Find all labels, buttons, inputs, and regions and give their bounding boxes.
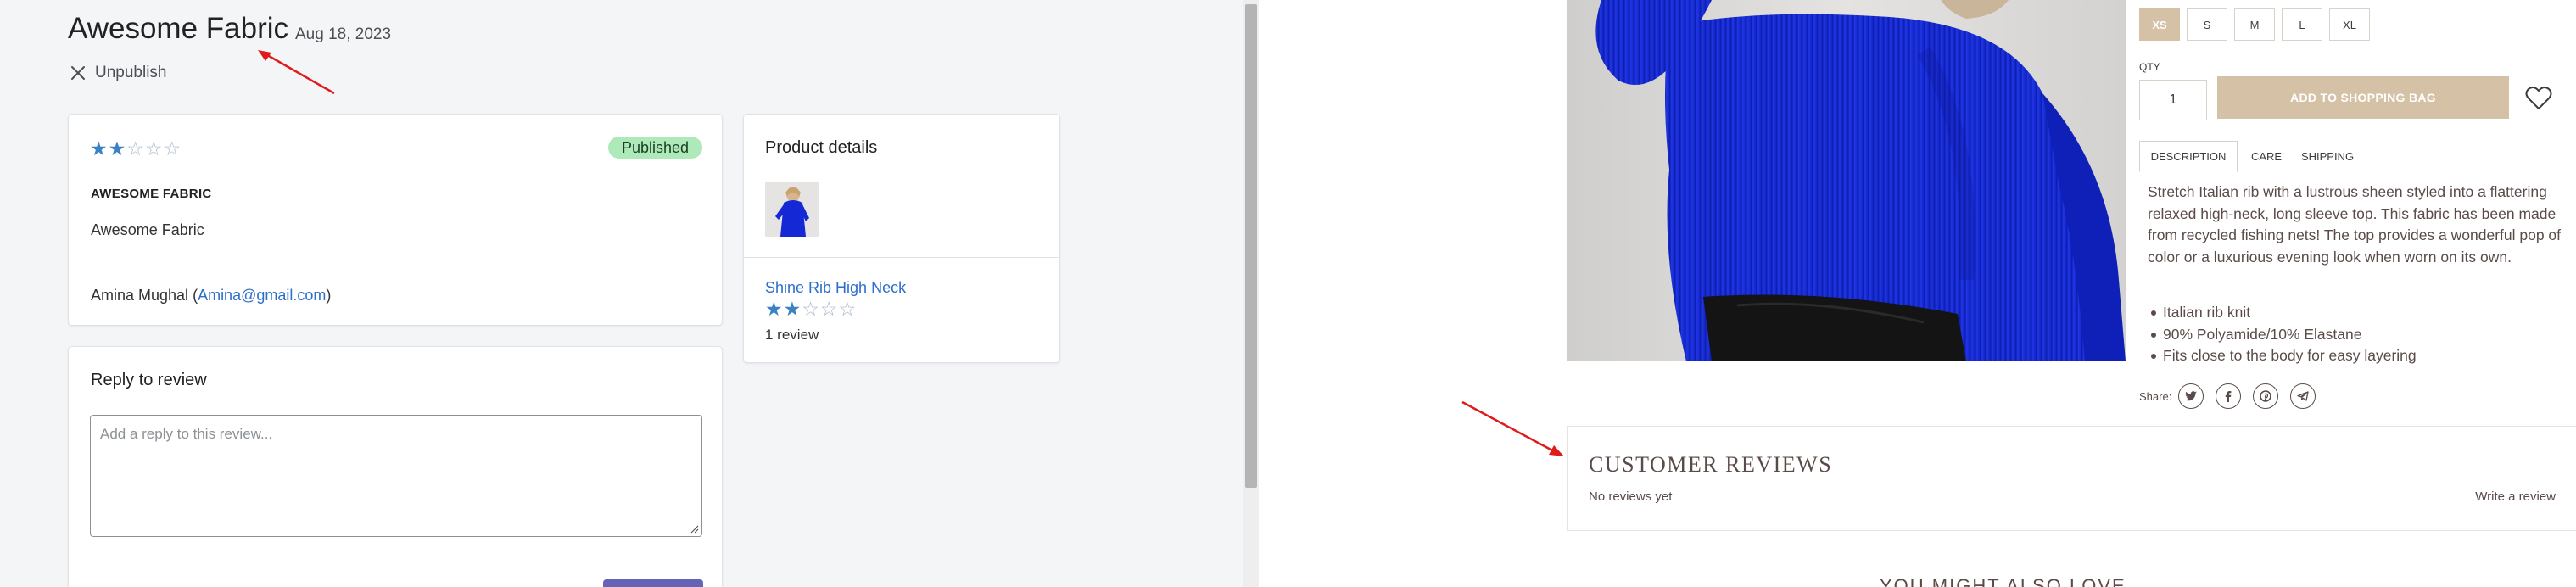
size-s-button[interactable]: S <box>2187 8 2227 41</box>
list-item: 90% Polyamide/10% Elastane <box>2148 324 2417 346</box>
star-empty-icon: ☆ <box>126 137 144 159</box>
star-filled-icon: ★ <box>783 298 802 320</box>
star-filled-icon: ★ <box>108 137 126 159</box>
annotation-arrow <box>1461 400 1564 456</box>
star-empty-icon: ☆ <box>144 137 163 159</box>
size-selector: XS S M L XL <box>2139 8 2370 41</box>
share-label: Share: <box>2139 390 2172 403</box>
reply-textarea[interactable]: Add a reply to this review... <box>90 415 702 537</box>
qty-label: QTY <box>2139 61 2160 73</box>
star-empty-icon: ☆ <box>802 298 819 320</box>
close-icon <box>71 66 85 80</box>
product-name-link[interactable]: Shine Rib High Neck <box>765 279 906 297</box>
section-heading: YOU MIGHT ALSO LOVE <box>1880 575 2126 587</box>
review-card: ★ ★ ☆ ☆ ☆ Published AWESOME FABRIC Awesome F… <box>68 114 723 326</box>
star-filled-icon: ★ <box>765 298 783 320</box>
product-features-list: Italian rib knit 90% Polyamide/10% Elast… <box>2148 302 2417 367</box>
tab-description[interactable]: DESCRIPTION <box>2139 141 2238 172</box>
review-rating-stars: ★ ★ ☆ ☆ ☆ <box>90 139 181 159</box>
resize-handle-icon[interactable] <box>689 523 699 534</box>
heart-icon[interactable] <box>2525 86 2552 111</box>
tab-shipping[interactable]: SHIPPING <box>2292 141 2363 171</box>
review-heading: AWESOME FABRIC <box>91 187 212 201</box>
product-thumbnail[interactable] <box>765 182 819 237</box>
product-details-title: Product details <box>765 138 878 157</box>
size-l-button[interactable]: L <box>2282 8 2322 41</box>
product-details-card: Product details Shine Rib High Neck ★ ★ ☆ ☆… <box>743 114 1060 363</box>
star-empty-icon: ☆ <box>838 298 857 320</box>
list-item: Fits close to the body for easy layering <box>2148 345 2417 367</box>
star-empty-icon: ☆ <box>163 137 182 159</box>
customer-reviews-section: CUSTOMER REVIEWS No reviews yet Write a … <box>1567 426 2576 531</box>
admin-panel: Awesome Fabric Aug 18, 2023 Unpublish ★ ★… <box>0 0 1259 587</box>
reviewer-info: Amina Mughal (Amina@gmail.com) <box>91 287 332 304</box>
scrollbar-thumb[interactable] <box>1245 4 1257 488</box>
reply-submit-button[interactable] <box>603 579 703 587</box>
telegram-icon[interactable] <box>2290 383 2316 409</box>
no-reviews-text: No reviews yet <box>1589 489 1673 504</box>
review-date: Aug 18, 2023 <box>295 25 392 43</box>
star-empty-icon: ☆ <box>819 298 838 320</box>
annotation-arrow <box>258 50 335 95</box>
tab-care[interactable]: CARE <box>2241 141 2292 171</box>
customer-reviews-title: CUSTOMER REVIEWS <box>1589 452 1833 477</box>
product-image[interactable] <box>1567 0 2126 361</box>
size-m-button[interactable]: M <box>2234 8 2275 41</box>
review-title: Awesome Fabric <box>68 12 289 45</box>
list-item: Italian rib knit <box>2148 302 2417 324</box>
divider <box>744 257 1059 258</box>
review-body: Awesome Fabric <box>91 221 204 238</box>
facebook-icon[interactable] <box>2216 383 2241 409</box>
reviewer-name: Amina Mughal <box>91 287 189 304</box>
unpublish-button[interactable]: Unpublish <box>68 63 167 83</box>
twitter-icon[interactable] <box>2178 383 2204 409</box>
product-info-tabs: DESCRIPTION CARE SHIPPING <box>2139 141 2576 172</box>
add-to-bag-button[interactable]: ADD TO SHOPPING BAG <box>2217 76 2509 119</box>
reply-card: Reply to review Add a reply to this revi… <box>68 346 723 587</box>
storefront-panel: XS S M L XL QTY 1 ADD TO SHOPPING BAG DE… <box>1259 0 2576 587</box>
product-description: Stretch Italian rib with a lustrous shee… <box>2148 183 2562 266</box>
size-xs-button[interactable]: XS <box>2139 8 2180 41</box>
share-icons <box>2178 383 2316 409</box>
quantity-input[interactable]: 1 <box>2139 80 2207 120</box>
write-review-link[interactable]: Write a review <box>2475 489 2556 504</box>
status-badge: Published <box>608 137 703 159</box>
reply-placeholder: Add a reply to this review... <box>100 426 273 442</box>
star-filled-icon: ★ <box>90 137 108 159</box>
reply-title: Reply to review <box>91 371 207 389</box>
unpublish-label: Unpublish <box>95 64 167 81</box>
pinterest-icon[interactable] <box>2253 383 2278 409</box>
size-xl-button[interactable]: XL <box>2329 8 2370 41</box>
reviewer-email-link[interactable]: Amina@gmail.com <box>198 287 326 304</box>
review-count: 1 review <box>765 327 819 343</box>
product-rating-stars: ★ ★ ☆ ☆ ☆ <box>765 299 856 319</box>
